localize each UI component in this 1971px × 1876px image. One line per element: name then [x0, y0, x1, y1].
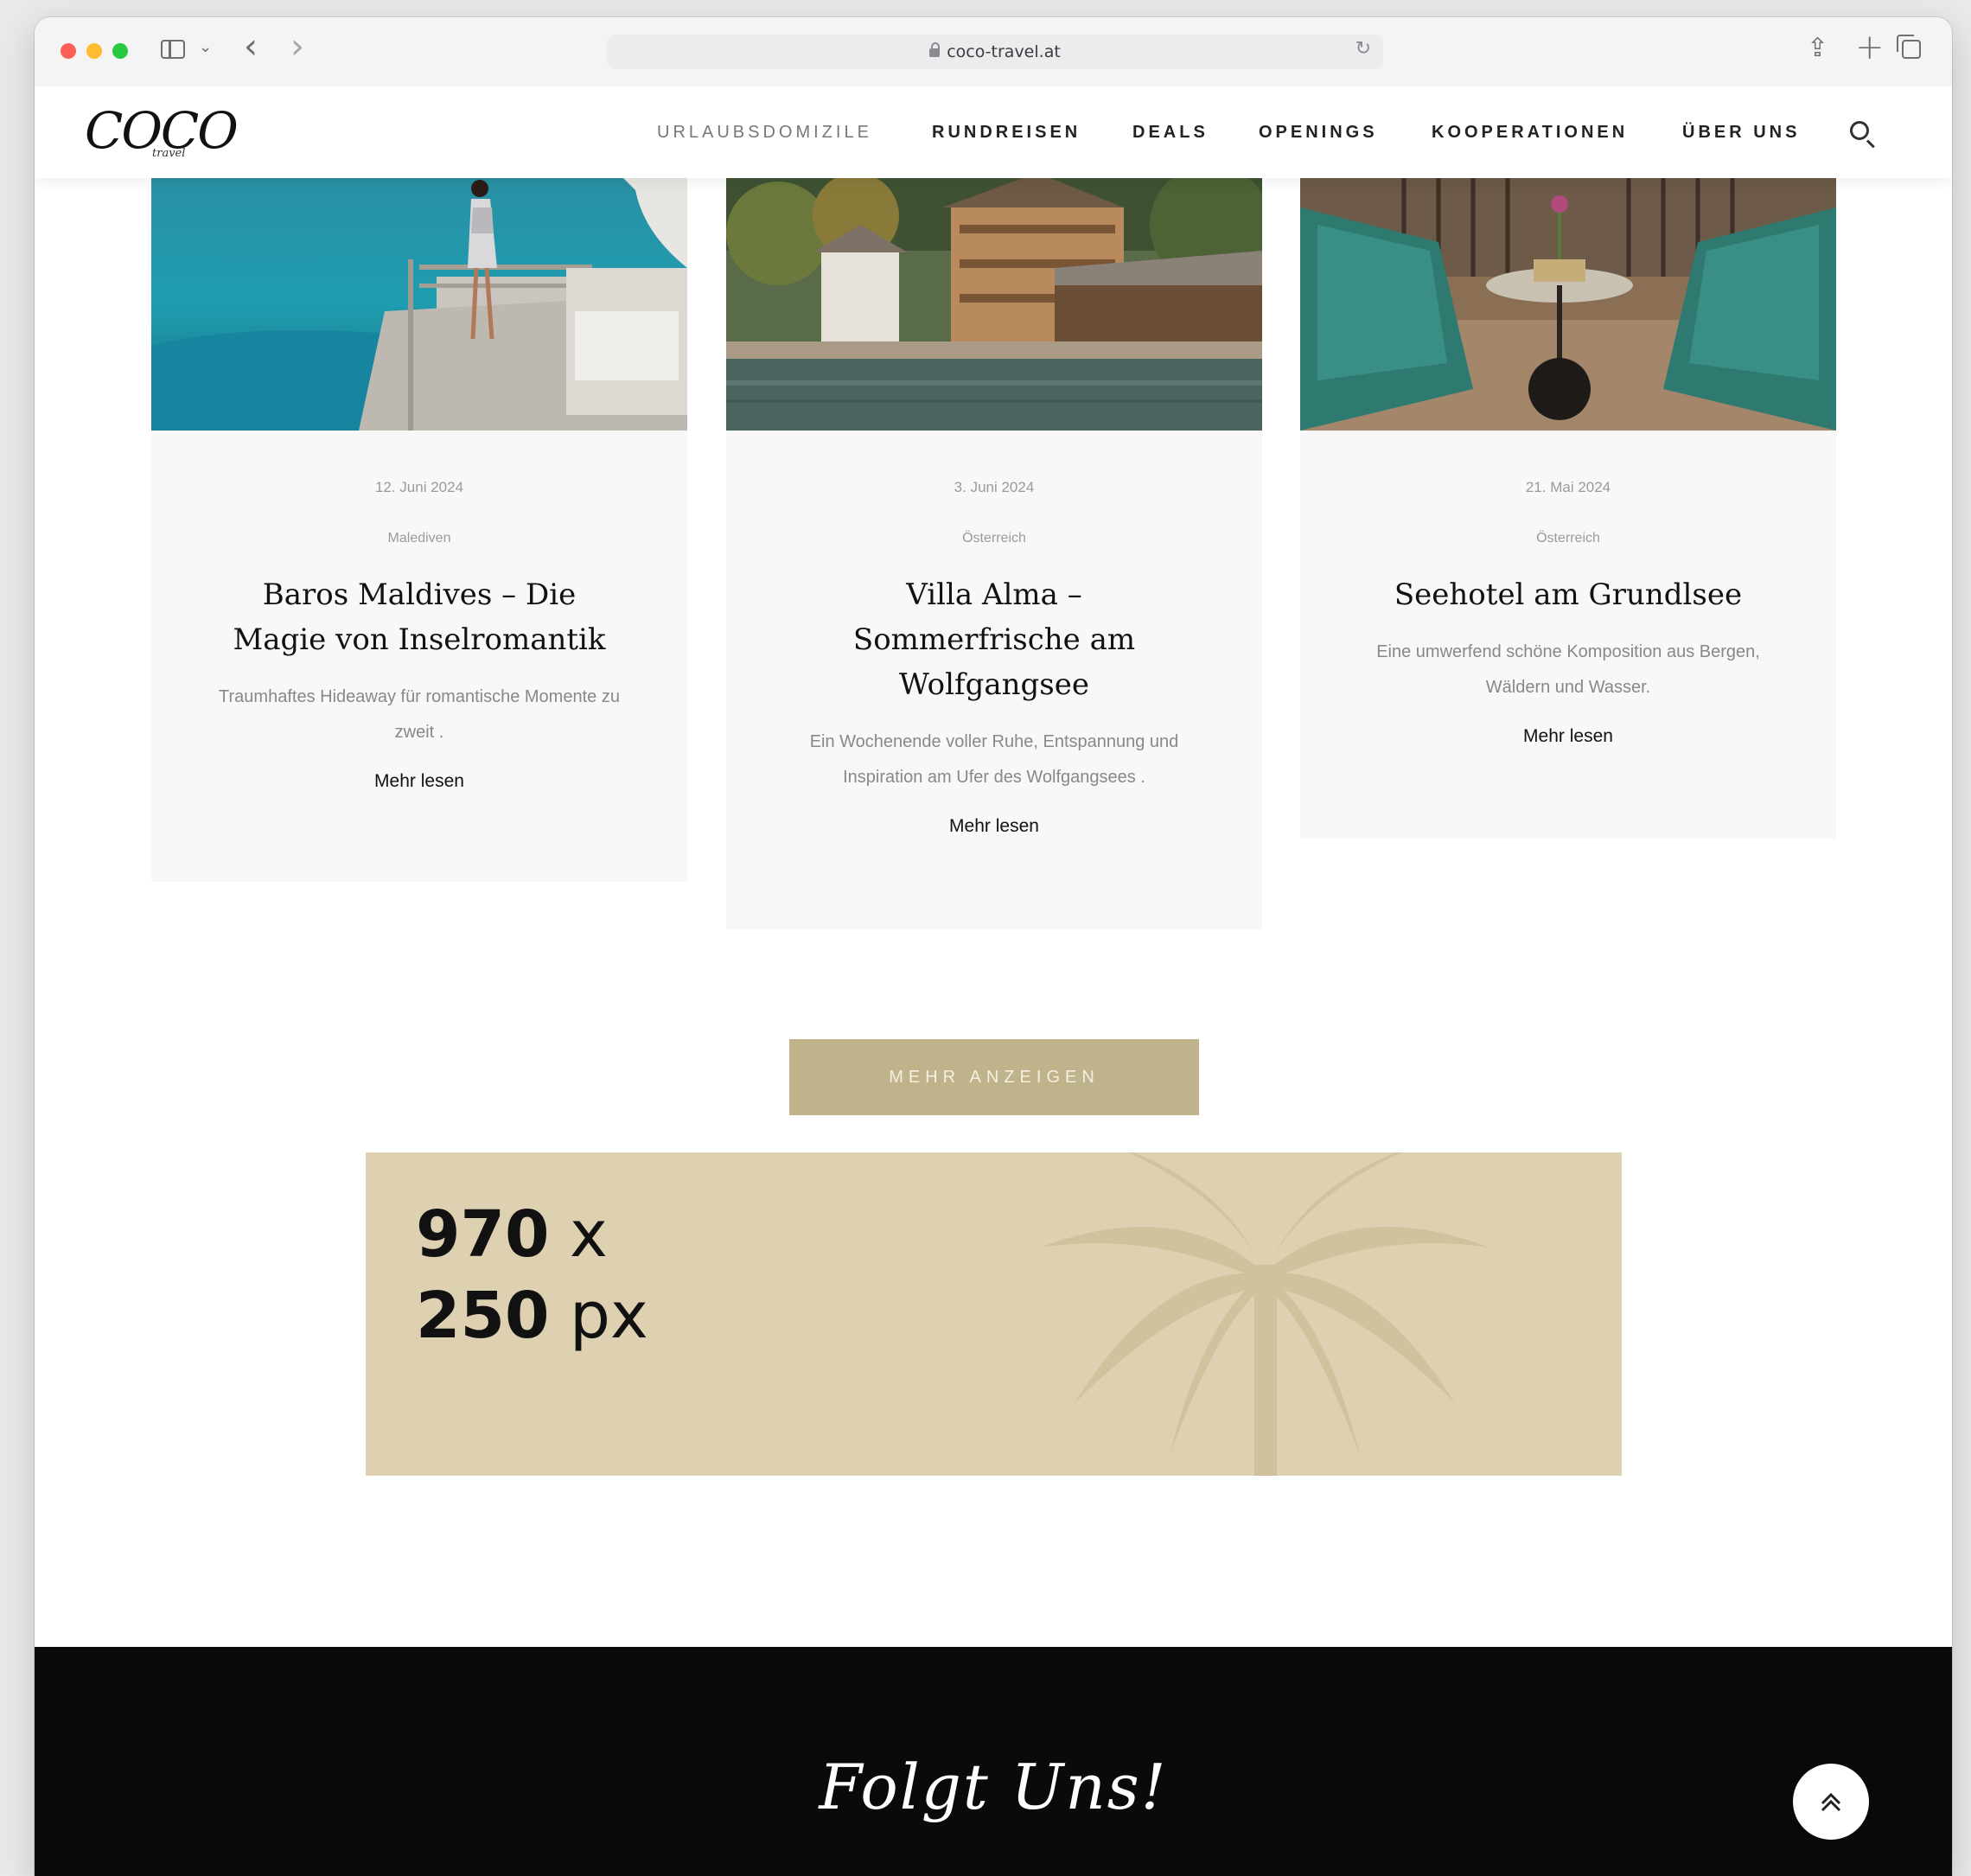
browser-toolbar: ⌄ ‹ › coco-travel.at ↻ ⇪ + — [35, 17, 1952, 87]
card-text: 3. Juni 2024 Österreich Villa Alma – Som… — [726, 431, 1262, 837]
card-excerpt: Eine umwerfend schöne Komposition aus Be… — [1376, 642, 1760, 697]
share-icon[interactable]: ⇪ — [1807, 33, 1828, 63]
card-date: 21. Mai 2024 — [1525, 479, 1611, 495]
article-card[interactable]: 3. Juni 2024 Österreich Villa Alma – Som… — [726, 173, 1262, 929]
article-card[interactable]: 12. Juni 2024 Malediven Baros Maldives –… — [151, 173, 687, 882]
ad-width: 970 — [416, 1197, 550, 1272]
forward-icon[interactable]: › — [290, 29, 304, 64]
address-text-wrap: coco-travel.at — [607, 35, 1383, 69]
read-more-link[interactable]: Mehr lesen — [1300, 726, 1836, 747]
tabs-overview-icon[interactable] — [1897, 35, 1921, 59]
site-header: COCO travel URLAUBSDOMIZILE RUNDREISEN D… — [35, 86, 1952, 178]
close-window-button[interactable] — [61, 43, 76, 59]
browser-window: ⌄ ‹ › coco-travel.at ↻ ⇪ + 12. Juni 2024… — [35, 17, 1952, 1876]
site-logo[interactable]: COCO travel — [85, 102, 239, 163]
minimize-window-button[interactable] — [86, 43, 102, 59]
nav-item-rundreisen[interactable]: RUNDREISEN — [932, 86, 1081, 178]
article-card[interactable]: 21. Mai 2024 Österreich Seehotel am Grun… — [1300, 173, 1836, 839]
new-tab-icon[interactable]: + — [1855, 28, 1885, 67]
nav-item-urlaubsdomizile[interactable]: URLAUBSDOMIZILE — [657, 86, 872, 178]
lock-icon — [929, 42, 941, 57]
ad-width-unit: x — [570, 1197, 608, 1272]
seehotel-photo — [1300, 173, 1836, 431]
card-category[interactable]: Malediven — [151, 531, 687, 546]
maldives-photo — [151, 173, 687, 431]
back-icon[interactable]: ‹ — [244, 29, 258, 64]
nav-item-kooperationen[interactable]: KOOPERATIONEN — [1432, 86, 1628, 178]
card-image-villa-alma[interactable] — [726, 173, 1262, 431]
logo-subtext: travel — [152, 147, 186, 160]
card-excerpt: Ein Wochenende voller Ruhe, Entspannung … — [809, 732, 1179, 787]
card-date: 3. Juni 2024 — [954, 479, 1035, 495]
palm-tree-icon — [1040, 1152, 1489, 1476]
address-url: coco-travel.at — [947, 42, 1061, 61]
card-title[interactable]: Villa Alma – Sommerfrische am Wolfgangse… — [804, 572, 1184, 707]
villa-alma-photo — [726, 173, 1262, 431]
web-page: 12. Juni 2024 Malediven Baros Maldives –… — [35, 86, 1952, 1876]
site-footer: Folgt Uns! — [35, 1647, 1952, 1876]
load-more-button[interactable]: MEHR ANZEIGEN — [789, 1039, 1199, 1115]
nav-item-deals[interactable]: DEALS — [1132, 86, 1209, 178]
reload-icon[interactable]: ↻ — [1355, 38, 1371, 60]
sidebar-icon[interactable] — [161, 40, 185, 59]
search-icon[interactable] — [1850, 121, 1869, 140]
address-bar[interactable]: coco-travel.at ↻ — [607, 35, 1383, 69]
ad-height-unit: px — [570, 1279, 648, 1353]
card-category[interactable]: Österreich — [726, 531, 1262, 546]
card-date: 12. Juni 2024 — [374, 479, 464, 495]
card-title[interactable]: Seehotel am Grundlsee — [1378, 572, 1758, 617]
card-image-seehotel[interactable] — [1300, 173, 1836, 431]
card-text: 21. Mai 2024 Österreich Seehotel am Grun… — [1300, 431, 1836, 747]
chevron-down-icon[interactable]: ⌄ — [199, 38, 212, 56]
nav-item-ueber-uns[interactable]: ÜBER UNS — [1682, 86, 1800, 178]
card-excerpt: Traumhaftes Hideaway für romantische Mom… — [219, 687, 620, 742]
read-more-link[interactable]: Mehr lesen — [151, 771, 687, 792]
ad-banner[interactable]: 970 x 250 px — [366, 1152, 1622, 1476]
back-to-top-button[interactable] — [1793, 1764, 1869, 1840]
nav-item-openings[interactable]: OPENINGS — [1259, 86, 1378, 178]
card-category[interactable]: Österreich — [1300, 531, 1836, 546]
footer-follow-title: Folgt Uns! — [819, 1751, 1168, 1823]
arrow-up-icon — [1821, 1792, 1841, 1812]
ad-size-label: 970 x 250 px — [416, 1194, 648, 1356]
ad-height: 250 — [416, 1279, 550, 1353]
card-title[interactable]: Baros Maldives – Die Magie von Inselroma… — [229, 572, 609, 662]
read-more-link[interactable]: Mehr lesen — [726, 816, 1262, 837]
card-image-maldives[interactable] — [151, 173, 687, 431]
card-text: 12. Juni 2024 Malediven Baros Maldives –… — [151, 431, 687, 792]
zoom-window-button[interactable] — [112, 43, 128, 59]
